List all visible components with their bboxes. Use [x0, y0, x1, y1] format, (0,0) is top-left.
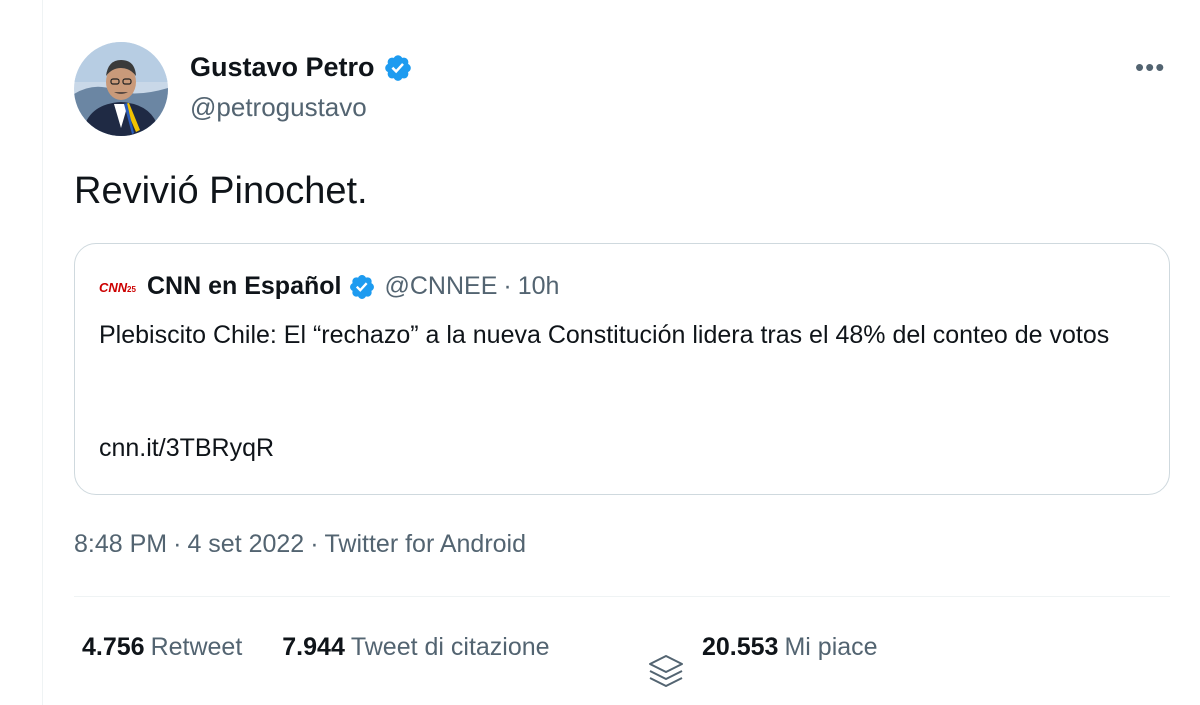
- svg-text:25: 25: [127, 285, 136, 294]
- layers-stack-icon[interactable]: [646, 652, 686, 692]
- retweets-stat[interactable]: 4.756 Retweet: [82, 633, 242, 662]
- avatar[interactable]: [74, 42, 168, 136]
- tweet-text: Revivió Pinochet.: [74, 170, 368, 212]
- retweets-label: Retweet: [150, 633, 243, 661]
- quoted-tweet[interactable]: CNN 25 CNN en Español @CNNEE · 10h Plebi…: [74, 243, 1170, 495]
- divider: [74, 596, 1170, 597]
- author-handle[interactable]: @petrogustavo: [190, 92, 367, 123]
- more-options-icon[interactable]: •••: [1135, 52, 1165, 83]
- author-display-name[interactable]: Gustavo Petro: [190, 52, 375, 83]
- quoted-tweet-text: Plebiscito Chile: El “rechazo” a la nuev…: [99, 321, 1110, 349]
- tweet-stats: 4.756 Retweet 7.944 Tweet di citazione: [82, 633, 590, 662]
- likes-stat[interactable]: 20.553 Mi piace: [702, 633, 878, 662]
- quoted-tweet-link[interactable]: cnn.it/3TBRyqR: [99, 434, 274, 463]
- separator-dot: ·: [173, 530, 182, 558]
- separator-dot: ·: [503, 272, 512, 300]
- verified-badge-icon: [384, 54, 411, 81]
- tweet-time[interactable]: 8:48 PM: [74, 530, 167, 558]
- avatar-image: [74, 42, 168, 136]
- svg-text:CNN: CNN: [99, 280, 128, 295]
- author-name-row: Gustavo Petro: [190, 52, 413, 83]
- quotes-stat[interactable]: 7.944 Tweet di citazione: [282, 633, 549, 662]
- verified-badge-icon: [350, 274, 375, 299]
- tweet-source: Twitter for Android: [324, 530, 527, 558]
- tweet-metadata: 8:48 PM · 4 set 2022 · Twitter for Android: [74, 530, 526, 559]
- quoted-timestamp: 10h: [517, 272, 560, 300]
- retweets-count: 4.756: [82, 633, 145, 661]
- quotes-count: 7.944: [282, 633, 345, 661]
- quotes-label: Tweet di citazione: [350, 633, 550, 661]
- likes-label: Mi piace: [784, 633, 878, 661]
- quoted-tweet-header: CNN 25 CNN en Español @CNNEE · 10h: [99, 272, 559, 301]
- cnn-logo-icon: CNN 25: [99, 280, 136, 295]
- quoted-handle: @CNNEE: [384, 272, 498, 300]
- tweet: Gustavo Petro @petrogustavo ••• Revivió …: [42, 0, 1200, 705]
- quoted-display-name: CNN en Español: [147, 272, 342, 300]
- separator-dot: ·: [310, 530, 319, 558]
- tweet-date[interactable]: 4 set 2022: [187, 530, 304, 558]
- likes-count: 20.553: [702, 633, 779, 661]
